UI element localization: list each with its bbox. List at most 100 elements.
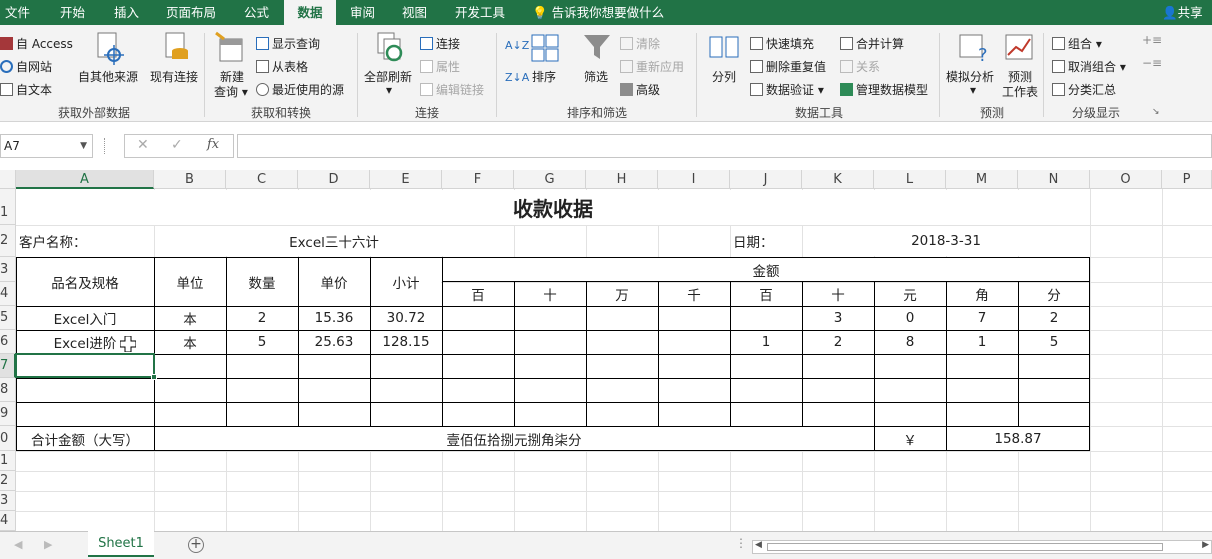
header-price: 单价 [320,275,348,292]
formula-bar: A7 ▼ ✕ ✓ fx [0,122,1212,170]
row-header-3[interactable]: 3 [0,257,16,282]
row-header-10[interactable]: 0 [0,426,16,451]
new-query-dropdown[interactable]: 查询 ▾ [214,83,248,100]
row-header-11[interactable]: 1 [0,451,16,471]
select-all-corner[interactable] [0,170,16,189]
row-header-6[interactable]: 6 [0,330,16,354]
column-header-F[interactable]: F [442,170,514,189]
column-header-M[interactable]: M [946,170,1018,189]
reapply-button[interactable]: 重新应用 [620,58,684,75]
tell-me-box[interactable]: 💡 告诉我你想要做什么 [532,0,664,25]
column-header-P[interactable]: P [1162,170,1212,189]
tab-4[interactable]: 公式 [244,0,274,25]
add-sheet-button[interactable]: + [188,537,204,553]
text-to-columns-button[interactable]: 分列 [712,68,736,85]
horizontal-scrollbar[interactable]: ◀ ▶ [752,540,1212,554]
scroll-left-icon[interactable]: ◀ [14,538,22,551]
advanced-filter-button[interactable]: 高级 [620,81,660,98]
column-header-D[interactable]: D [298,170,370,189]
table-icon [256,60,269,73]
tab-8[interactable]: 开发工具 [455,0,511,25]
name-box[interactable]: A7 ▼ [0,134,93,158]
column-header-L[interactable]: L [874,170,946,189]
tab-6[interactable]: 审阅 [350,0,380,25]
from-web-button[interactable]: 自网站 [0,58,52,75]
splitter-icon[interactable]: ⋮ [735,536,747,550]
column-header-B[interactable]: B [154,170,226,189]
dialog-launcher-icon[interactable]: ↘ [1152,107,1160,117]
column-header-E[interactable]: E [370,170,442,189]
tab-2[interactable]: 插入 [114,0,144,25]
row-header-13[interactable]: 3 [0,491,16,511]
edit-links-button[interactable]: 编辑链接 [420,81,484,98]
column-header-J[interactable]: J [730,170,802,189]
insert-function-icon[interactable]: fx [207,137,219,152]
show-queries-button[interactable]: 显示查询 [256,35,320,52]
sort-button[interactable]: 排序 [532,68,556,85]
clear-filter-button[interactable]: 清除 [620,35,660,52]
from-access-label: 自 Access [16,37,73,51]
row-header-8[interactable]: 8 [0,378,16,402]
column-header-K[interactable]: K [802,170,874,189]
scroll-right-arrow-icon[interactable]: ▶ [1202,540,1209,550]
scroll-right-icon[interactable]: ▶ [44,538,52,551]
row-header-9[interactable]: 9 [0,402,16,426]
existing-connections-button[interactable]: 现有连接 [150,68,198,85]
sort-descending-button[interactable]: Z↓A [505,71,529,84]
column-header-H[interactable]: H [586,170,658,189]
cancel-icon[interactable]: ✕ [137,137,149,153]
flash-fill-button[interactable]: 快速填充 [750,35,814,52]
tab-5[interactable]: 数据 [284,0,336,25]
tab-7[interactable]: 视图 [402,0,432,25]
consolidate-button[interactable]: 合并计算 [840,35,904,52]
scroll-thumb[interactable] [767,543,1163,551]
group-label-forecast: 预测 [980,106,1005,120]
row-header-5[interactable]: 5 [0,306,16,330]
relationships-button[interactable]: 关系 [840,58,880,75]
row-header-12[interactable]: 2 [0,471,16,491]
other-sources-button[interactable]: 自其他来源 [78,68,138,85]
group-button[interactable]: 组合 ▾ [1052,35,1102,52]
scroll-left-arrow-icon[interactable]: ◀ [755,540,762,550]
selected-cell-a7[interactable] [15,353,155,378]
share-button[interactable]: 👤共享 [1162,0,1203,25]
ungroup-button[interactable]: 取消组合 ▾ [1052,58,1126,75]
sort-ascending-button[interactable]: A↓Z [505,39,529,52]
filter-button[interactable]: 筛选 [584,68,608,85]
column-header-C[interactable]: C [226,170,298,189]
from-text-button[interactable]: 自文本 [0,81,52,98]
row-header-7[interactable]: 7 [0,354,16,378]
row-header-14[interactable]: 4 [0,511,16,531]
enter-icon[interactable]: ✓ [171,137,183,153]
fill-handle[interactable] [151,374,157,380]
tab-3[interactable]: 页面布局 [166,0,222,25]
from-access-button[interactable]: 自 Access [0,35,73,52]
properties-button[interactable]: 属性 [420,58,460,75]
sheet-tab-sheet1[interactable]: Sheet1 [88,531,154,557]
recent-sources-button[interactable]: 最近使用的源 [256,81,344,98]
column-header-O[interactable]: O [1090,170,1162,189]
tab-1[interactable]: 开始 [60,0,90,25]
hide-detail-icon[interactable]: −≡ [1142,56,1162,70]
column-header-A[interactable]: A [16,170,154,189]
remove-duplicates-button[interactable]: 删除重复值 [750,58,826,75]
column-header-I[interactable]: I [658,170,730,189]
show-detail-icon[interactable]: +≡ [1142,33,1162,47]
from-table-button[interactable]: 从表格 [256,58,308,75]
connections-button[interactable]: 连接 [420,35,460,52]
group-icon [1052,37,1065,50]
group-label-sort-filter: 排序和筛选 [567,106,628,120]
data-validation-button[interactable]: 数据验证 ▾ [750,81,824,98]
manage-data-model-button[interactable]: 管理数据模型 [840,81,928,98]
subtotal-button[interactable]: 分类汇总 [1052,81,1116,98]
column-header-N[interactable]: N [1018,170,1090,189]
what-if-dropdown[interactable]: ▾ [970,83,976,97]
group-label-get-external: 获取外部数据 [58,106,131,120]
row-header-1[interactable]: 1 [0,189,16,225]
refresh-dropdown[interactable]: ▾ [386,83,392,97]
column-header-G[interactable]: G [514,170,586,189]
row-header-2[interactable]: 2 [0,225,16,257]
row-header-4[interactable]: 4 [0,282,16,306]
formula-input[interactable] [237,134,1212,158]
tab-0[interactable]: 文件 [5,0,35,25]
